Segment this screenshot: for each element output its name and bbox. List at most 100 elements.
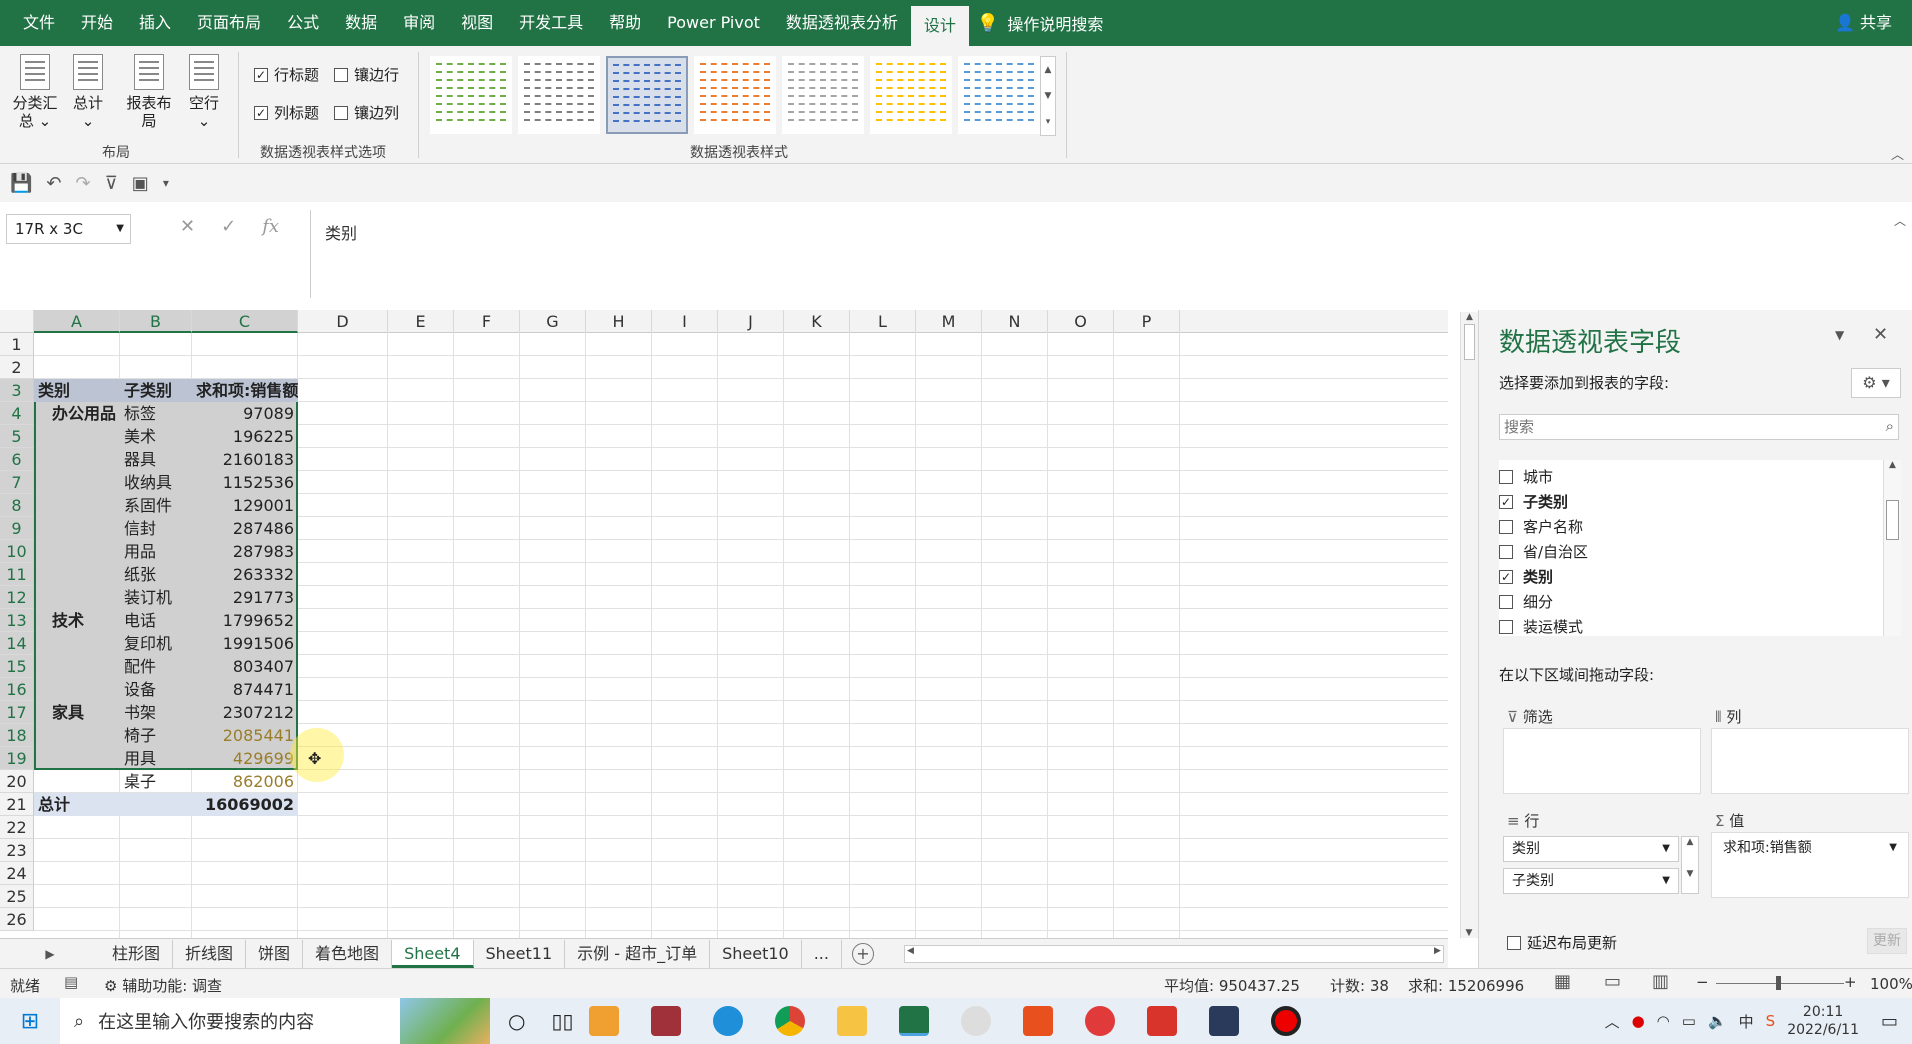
collapse-formula-icon[interactable]: ︿ [1894,212,1906,229]
row-header[interactable]: 7 [0,471,34,494]
column-header[interactable]: F [454,310,520,333]
row-header[interactable]: 5 [0,425,34,448]
banded-columns-checkbox[interactable]: 镶边列 [334,102,399,123]
column-header[interactable]: O [1048,310,1114,333]
pivot-value-cell[interactable]: 862006 [192,770,298,793]
report-layout-button[interactable]: 报表布局 [126,54,172,130]
close-icon[interactable]: ✕ [1873,324,1888,345]
field-search-input[interactable] [1500,415,1860,439]
column-header[interactable]: G [520,310,586,333]
sheet-tab[interactable]: Sheet4 [392,939,474,968]
app-icon[interactable] [589,1006,620,1036]
ribbon-tab[interactable]: 文件 [10,0,68,46]
ribbon-tab[interactable]: 数据 [332,0,390,46]
row-header[interactable]: 21 [0,793,34,816]
ribbon-tab[interactable]: 审阅 [390,0,448,46]
checkbox-empty-icon[interactable] [1499,469,1513,484]
pivot-style-swatch[interactable] [782,56,864,134]
pivot-value-cell[interactable]: 263332 [192,563,298,586]
sheet-tab[interactable]: 着色地图 [303,939,393,968]
checkmark-icon[interactable]: ✓ [1499,494,1513,509]
pivot-subcategory-cell[interactable]: 电话 [120,609,192,632]
enter-icon[interactable]: ✓ [221,216,236,237]
blank-rows-button[interactable]: 空行 ⌄ [186,54,222,130]
ribbon-tab[interactable]: 视图 [448,0,506,46]
formula-input[interactable]: 类别 ︿ [310,210,1912,298]
sheet-tab[interactable]: 示例 - 超市_订单 [565,939,711,968]
sheet-tab[interactable]: 柱形图 [100,939,174,968]
pivot-value-cell[interactable]: 2160183 [192,448,298,471]
row-field-0[interactable]: 类别 ▼ [1503,836,1679,862]
column-header[interactable]: I [652,310,718,333]
winrar-icon[interactable] [651,1006,682,1036]
chevron-up-icon[interactable]: ▲ [1461,312,1478,322]
pivot-value-cell[interactable]: 1799652 [192,609,298,632]
horizontal-scrollbar[interactable]: ◀ ▶ [903,944,1444,963]
file-explorer-icon[interactable] [837,1006,868,1036]
ribbon-tab[interactable]: 开发工具 [506,0,596,46]
defer-update-checkbox[interactable]: 延迟布局更新 [1507,932,1617,953]
share-button[interactable]: 👤 共享 [1835,0,1892,46]
record-icon[interactable] [1271,1006,1302,1036]
chevron-down-icon[interactable]: ▼ [1889,836,1897,860]
ribbon-tab[interactable]: 页面布局 [184,0,274,46]
ribbon-tab[interactable]: 帮助 [596,0,654,46]
volume-icon[interactable]: 🔈 [1708,1012,1727,1030]
pivot-style-swatch[interactable] [606,56,688,134]
pivot-subcategory-cell[interactable]: 收纳具 [120,471,192,494]
pivot-group-cell[interactable]: 技术 [34,609,120,632]
ribbon-tab[interactable]: 数据透视表分析 [773,0,911,46]
zoom-in-icon[interactable]: + [1844,973,1857,991]
field-item[interactable]: ✓ 子类别 [1499,491,1568,512]
sheet-tab[interactable]: Sheet11 [474,939,566,968]
ribbon-tab[interactable]: 公式 [274,0,332,46]
macro-record-icon[interactable]: ▤ [64,973,78,991]
pivot-subcategory-cell[interactable]: 设备 [120,678,192,701]
netease-music-icon[interactable] [1085,1006,1116,1036]
filter-drop-area[interactable] [1503,728,1701,794]
scroll-thumb[interactable] [1464,324,1475,360]
redo-icon[interactable]: ↷ [76,173,91,194]
column-header[interactable]: N [982,310,1048,333]
windows-start-icon[interactable]: ⊞ [0,1009,60,1034]
accessibility-status[interactable]: ⚙ 辅助功能: 调查 [104,975,222,996]
chevron-up-icon[interactable]: ▲ [1041,57,1055,83]
pivot-subcategory-cell[interactable]: 信封 [120,517,192,540]
app-icon[interactable] [961,1006,992,1036]
field-item[interactable]: 细分 [1499,591,1553,612]
pivot-value-cell[interactable]: 429699 [192,747,298,770]
pivot-value-cell[interactable]: 287486 [192,517,298,540]
scroll-thumb[interactable] [1886,500,1899,540]
pivot-subcategory-cell[interactable]: 纸张 [120,563,192,586]
column-headers-checkbox[interactable]: ✓ 列标题 [254,102,319,123]
name-box[interactable]: 17R x 3C ▼ [6,214,131,244]
field-item[interactable]: ✓ 类别 [1499,566,1553,587]
column-header[interactable]: H [586,310,652,333]
pivot-style-swatch[interactable] [870,56,952,134]
sheet-tab[interactable]: ... [802,939,842,968]
value-field-0[interactable]: 求和项:销售额 ▼ [1715,836,1905,862]
customize-qat-icon[interactable]: ▾ [163,176,169,190]
grand-totals-button[interactable]: 总计 ⌄ [70,54,106,130]
column-header[interactable]: L [850,310,916,333]
cancel-icon[interactable]: ✕ [180,216,195,237]
undo-icon[interactable]: ↶ [46,173,61,194]
rows-scrollbar[interactable]: ▲ ▼ [1681,836,1699,894]
pivot-header-cell[interactable]: 求和项:销售额 [192,379,298,402]
column-header[interactable]: K [784,310,850,333]
chevron-up-icon[interactable]: ▲ [1682,837,1698,847]
pivot-subcategory-cell[interactable]: 桌子 [120,770,192,793]
checkbox-empty-icon[interactable] [1499,519,1513,534]
task-view-icon[interactable]: ▯▯ [551,1009,573,1033]
row-field-1[interactable]: 子类别 ▼ [1503,868,1679,894]
form-icon[interactable]: ▣ [132,173,149,194]
field-list-scrollbar[interactable]: ▲ [1883,460,1901,636]
column-header[interactable]: P [1114,310,1180,333]
sheet-tab[interactable]: 饼图 [246,939,304,968]
app-icon[interactable] [1209,1006,1240,1036]
row-header[interactable]: 22 [0,816,34,839]
pivot-total-label[interactable]: 总计 [34,793,120,816]
row-header[interactable]: 18 [0,724,34,747]
checkbox-empty-icon[interactable] [1499,594,1513,609]
pivot-style-swatch[interactable] [518,56,600,134]
